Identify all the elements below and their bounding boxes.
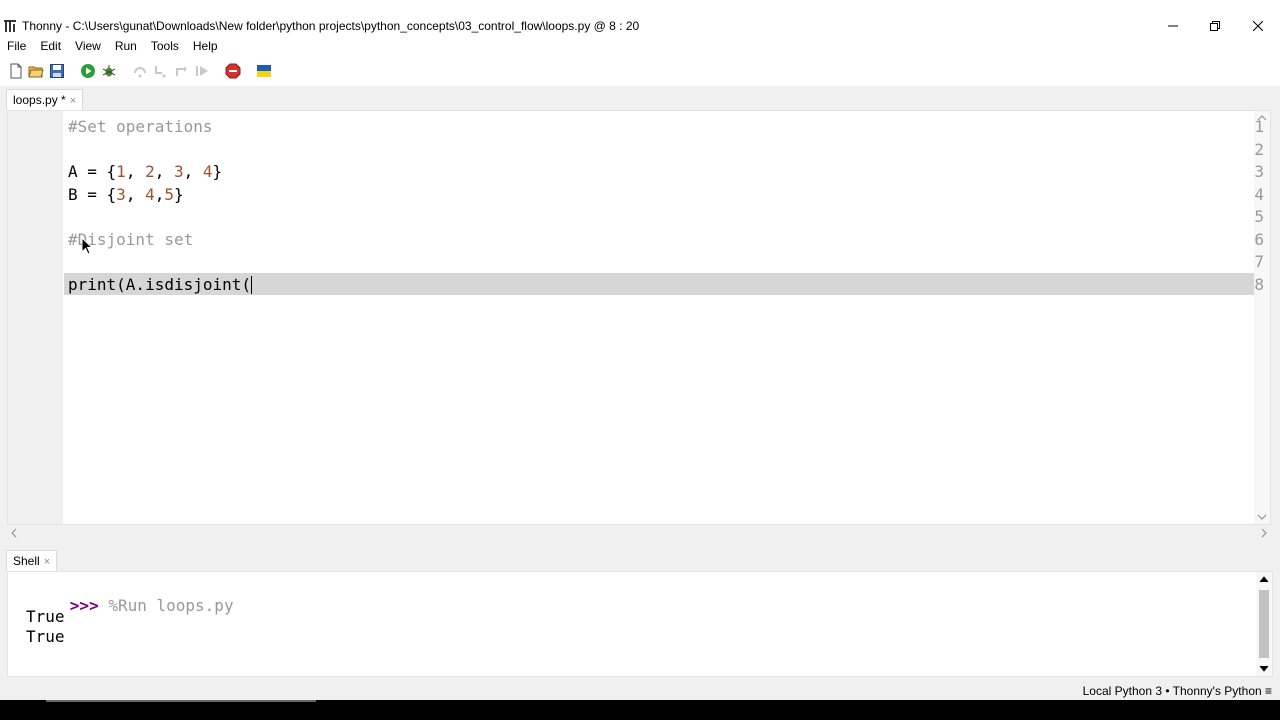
menu-file[interactable]: File	[0, 36, 33, 56]
toolbar	[0, 56, 1280, 86]
open-file-icon[interactable]	[28, 63, 44, 79]
code-token: ,	[183, 162, 203, 181]
step-over-icon	[134, 67, 146, 78]
shell-output-line: True	[26, 627, 65, 646]
code-line[interactable]: #Set operations	[68, 116, 213, 138]
code-token: B = {	[68, 184, 117, 204]
menu-run[interactable]: Run	[108, 36, 144, 56]
tab-loops-py[interactable]: loops.py * ×	[6, 89, 84, 110]
taskbar-strip	[0, 700, 1280, 720]
line-number: 2	[1254, 139, 1264, 159]
editor-horizontal-scrollbar[interactable]	[7, 525, 1271, 541]
close-window-button[interactable]	[1235, 16, 1280, 36]
code-number: 5	[164, 184, 174, 204]
code-line[interactable]: print(A.isdisjoint(	[68, 274, 253, 296]
line-number: 4	[1254, 184, 1264, 204]
stop-icon[interactable]	[225, 63, 241, 79]
ukraine-flag-icon[interactable]	[256, 63, 272, 79]
menu-edit[interactable]: Edit	[33, 36, 68, 56]
menu-help[interactable]: Help	[186, 36, 225, 56]
code-token: ,	[125, 162, 146, 181]
scroll-left-icon[interactable]	[7, 525, 21, 541]
scroll-down-icon[interactable]	[1254, 510, 1270, 524]
tab-label: loops.py *	[13, 93, 66, 107]
shell-tab-close-icon[interactable]: ×	[44, 556, 50, 568]
shell-vertical-scrollbar[interactable]	[1256, 572, 1272, 676]
shell-command: %Run loops.py	[108, 596, 234, 615]
shell-tab-label: Shell	[13, 554, 40, 568]
code-token: A = {	[68, 162, 117, 181]
menu-tools[interactable]: Tools	[144, 36, 186, 56]
code-line[interactable]: A = {1, 2, 3, 4}	[68, 161, 222, 183]
code-token: }	[174, 184, 184, 204]
line-number: 8	[1254, 274, 1264, 294]
status-bar: Local Python 3 • Thonny's Python ≡	[0, 681, 1280, 700]
shell-scroll-up-icon[interactable]	[1256, 572, 1272, 586]
tab-close-icon[interactable]: ×	[70, 95, 76, 107]
code-number: 4	[202, 162, 213, 181]
title-bar: Thonny - C:\Users\gunat\Downloads\New fo…	[0, 0, 1280, 36]
run-icon[interactable]	[80, 63, 96, 79]
scroll-right-icon[interactable]	[1257, 525, 1271, 541]
code-number: 2	[145, 162, 155, 181]
shell-output-line: True	[26, 607, 65, 626]
code-token: print(A.isdisjoint(	[68, 274, 252, 294]
code-token: ,	[154, 184, 165, 204]
interpreter-selector[interactable]: Local Python 3 • Thonny's Python ≡	[1083, 684, 1272, 698]
restore-button[interactable]	[1192, 16, 1238, 36]
line-number-gutter	[8, 111, 63, 524]
code-token: }	[212, 162, 223, 181]
code-token: ,	[125, 184, 146, 204]
code-editor[interactable]: 1 #Set operations 2 3 A = {1, 2, 3, 4} 4 B = {…	[7, 110, 1271, 525]
window-title: Thonny - C:\Users\gunat\Downloads\New fo…	[22, 19, 640, 33]
shell-tab-bar: Shell ×	[0, 549, 1280, 571]
minimize-button[interactable]	[1150, 16, 1196, 36]
minimize-icon	[1168, 25, 1178, 27]
debug-icon[interactable]	[101, 63, 117, 79]
code-number: 4	[145, 184, 155, 204]
save-icon[interactable]	[49, 63, 65, 79]
new-file-icon[interactable]	[8, 63, 24, 79]
shell-scroll-thumb[interactable]	[1259, 590, 1269, 658]
code-line[interactable]: B = {3, 4,5}	[68, 184, 184, 206]
line-number: 1	[1254, 117, 1264, 136]
line-number: 5	[1254, 207, 1264, 226]
thonny-logo-icon	[4, 20, 16, 32]
code-comment: #Set operations	[68, 117, 213, 136]
editor-tab-bar: loops.py * ×	[0, 86, 1280, 110]
shell-panel[interactable]: >>> %Run loops.py True True >>>	[7, 571, 1273, 696]
menu-bar: File Edit View Run Tools Help	[0, 36, 1280, 56]
code-number: 3	[173, 162, 184, 181]
text-cursor	[251, 276, 253, 294]
line-number: 7	[1254, 252, 1264, 271]
close-icon	[1253, 21, 1263, 31]
step-out-icon	[176, 66, 187, 76]
code-token: ,	[154, 162, 174, 181]
menu-view[interactable]: View	[68, 36, 108, 56]
shell-scroll-down-icon[interactable]	[1256, 662, 1272, 676]
resume-icon	[196, 66, 208, 76]
code-number: 3	[116, 184, 126, 204]
line-number: 6	[1254, 229, 1264, 249]
restore-icon	[1210, 21, 1220, 31]
tab-shell[interactable]: Shell ×	[6, 550, 58, 571]
thonny-window: Thonny - C:\Users\gunat\Downloads\New fo…	[0, 0, 1280, 700]
step-into-icon	[155, 66, 166, 78]
shell-prompt: >>>	[69, 596, 99, 615]
mouse-cursor-icon	[82, 238, 94, 255]
code-number: 1	[116, 162, 126, 181]
line-number: 3	[1254, 162, 1264, 181]
